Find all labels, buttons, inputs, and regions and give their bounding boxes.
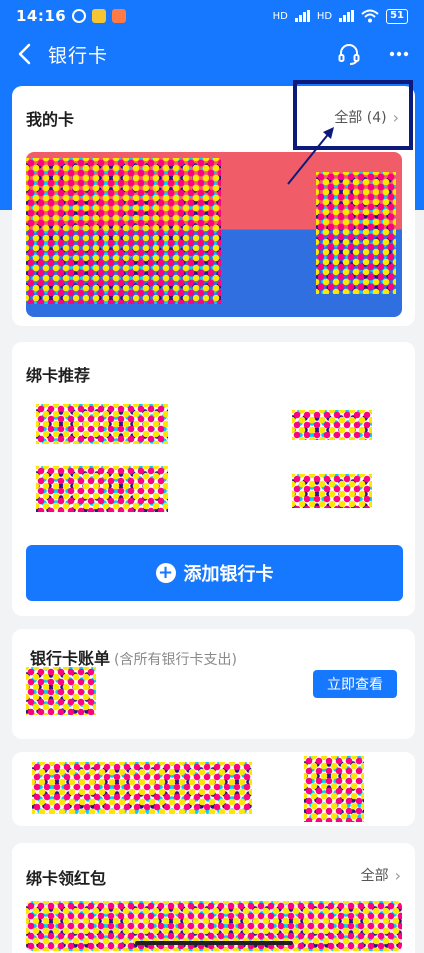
more-dots-icon — [389, 51, 409, 57]
recommended-banks-grid — [36, 400, 392, 520]
recommended-bank-item[interactable] — [292, 474, 372, 508]
card-bill-subtitle: (含所有银行卡支出) — [114, 652, 237, 668]
more-options-button[interactable] — [386, 41, 412, 67]
signal-icon-2 — [339, 10, 355, 22]
recommended-bank-item[interactable] — [36, 404, 168, 444]
back-button[interactable] — [12, 42, 36, 66]
network-type-1: HD — [272, 10, 288, 22]
chevron-left-icon — [18, 43, 31, 65]
card-bill-title-text: 银行卡账单 — [30, 649, 111, 668]
view-now-button[interactable]: 立即查看 — [313, 670, 397, 698]
add-bank-card-label: 添加银行卡 — [183, 564, 274, 585]
status-bar: 14:16 HD HD 51 — [0, 0, 424, 32]
card-bill-title: 银行卡账单 (含所有银行卡支出) — [30, 645, 237, 669]
add-bank-card-button[interactable]: + 添加银行卡 — [26, 545, 403, 601]
bind-red-packet-all-link[interactable]: 全部 › — [361, 865, 401, 885]
nav-bar: 银行卡 — [0, 32, 424, 76]
recommended-bank-item[interactable] — [36, 466, 168, 512]
bind-red-packet-all-label: 全部 — [360, 868, 389, 884]
annotation-arrow-icon — [287, 127, 334, 185]
recommended-bank-item[interactable] — [292, 410, 372, 440]
promo-image-blur — [32, 762, 252, 814]
promo-image-blur-right — [304, 756, 364, 822]
notification-app-icon — [112, 9, 127, 23]
battery-indicator: 51 — [386, 8, 408, 24]
card-image-blur-small — [316, 172, 396, 294]
customer-service-button[interactable] — [336, 41, 362, 67]
bind-recommend-card: 绑卡推荐 + 添加银行卡 — [12, 342, 415, 616]
plus-icon: + — [155, 563, 176, 583]
my-cards-title: 我的卡 — [26, 110, 75, 129]
signal-icon-1 — [294, 10, 310, 22]
my-cards-banner[interactable] — [26, 152, 402, 317]
network-type-2: HD — [316, 10, 333, 22]
card-image-blur — [26, 158, 221, 304]
alarm-icon — [72, 9, 87, 23]
chevron-right-icon: › — [394, 865, 401, 885]
wifi-icon — [361, 9, 379, 23]
card-bill-image-blur — [26, 667, 96, 715]
bind-recommend-title: 绑卡推荐 — [26, 366, 91, 385]
message-app-icon — [92, 9, 107, 23]
headset-icon — [338, 44, 360, 65]
page-title: 银行卡 — [48, 44, 109, 67]
home-indicator — [135, 941, 293, 945]
bind-red-packet-title: 绑卡领红包 — [26, 869, 107, 888]
promo-banner-card[interactable] — [12, 752, 415, 826]
card-bill-card: 银行卡账单 (含所有银行卡支出) 立即查看 — [12, 629, 415, 739]
bind-red-packet-card: 绑卡领红包 全部 › — [12, 843, 415, 953]
status-time: 14:16 — [16, 7, 67, 25]
